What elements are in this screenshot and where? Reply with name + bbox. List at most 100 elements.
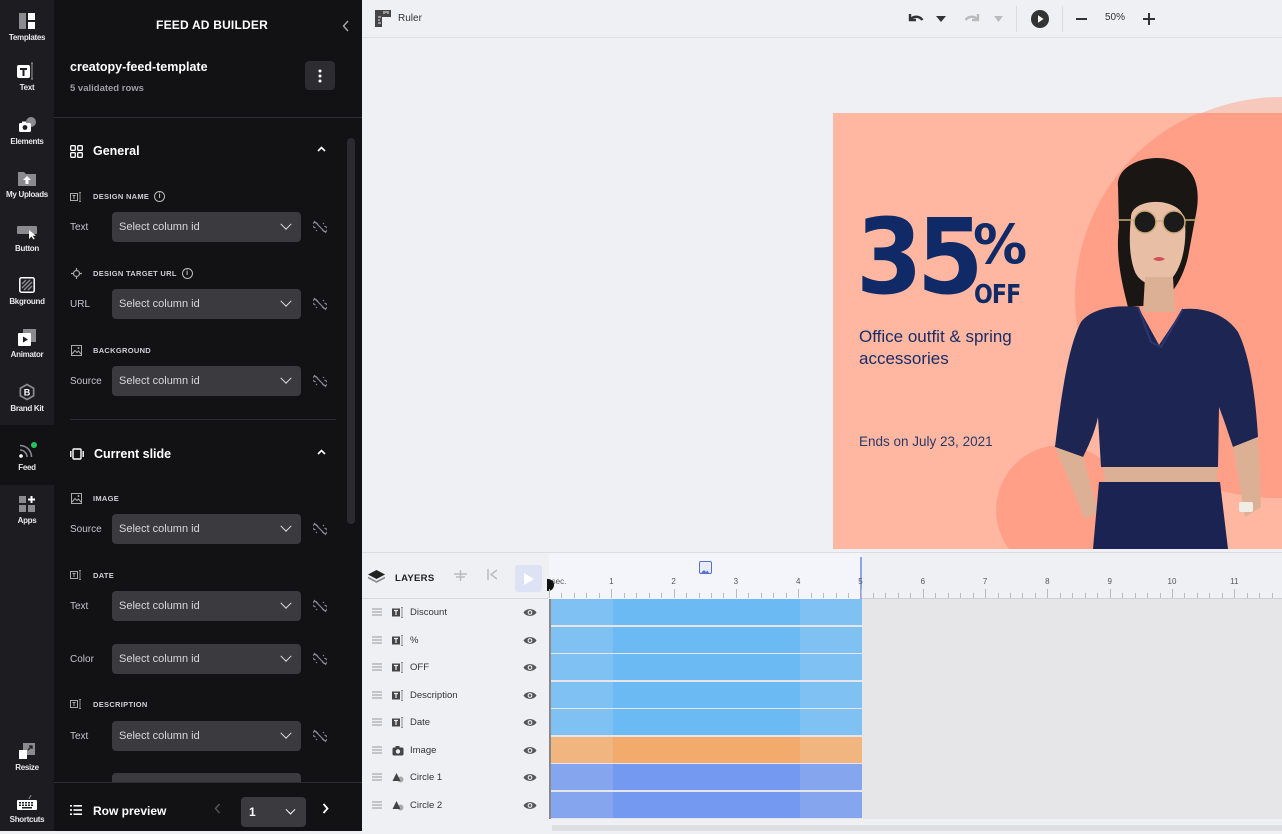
layer-row[interactable]: Image — [362, 737, 548, 765]
image-column-select[interactable]: Select column id — [112, 514, 301, 544]
undo-history-dropdown[interactable] — [936, 10, 946, 28]
previous-row-button[interactable] — [214, 803, 221, 817]
split-layer-button[interactable] — [454, 570, 467, 584]
layer-track-bar[interactable] — [551, 791, 863, 818]
layer-track-bar[interactable] — [551, 681, 863, 708]
layer-row[interactable]: Circle 2 — [362, 792, 548, 820]
unlink-icon[interactable] — [313, 599, 327, 613]
ad-description-text[interactable]: Office outfit & spring accessories — [859, 326, 1059, 370]
chevron-up-icon[interactable] — [317, 447, 326, 458]
layer-row[interactable]: Circle 1 — [362, 764, 548, 792]
timeline-ruler[interactable]: sec. 1 2 3 4 5 6 7 8 9 10 11 — [547, 553, 1282, 599]
layer-track-bar[interactable] — [551, 764, 863, 790]
layer-track-bar[interactable] — [551, 654, 863, 680]
panel-scrollbar[interactable] — [347, 138, 355, 524]
info-icon[interactable]: i — [154, 191, 166, 202]
preview-play-button[interactable] — [1031, 10, 1049, 28]
rail-item-shortcuts[interactable]: Shortcuts — [0, 782, 54, 834]
rail-item-background[interactable]: Bkground — [0, 264, 54, 316]
design-name-column-select[interactable]: Select column id — [112, 212, 301, 242]
ruler-tick — [773, 593, 775, 598]
section-current-slide-header[interactable]: Current slide — [70, 447, 326, 461]
date-color-column-select[interactable]: Select column id — [112, 644, 301, 674]
drag-handle-icon[interactable] — [372, 690, 382, 699]
eye-icon[interactable] — [523, 690, 537, 701]
eye-icon[interactable] — [523, 607, 537, 618]
unlink-icon[interactable] — [313, 297, 327, 311]
timeline-play-button[interactable] — [515, 565, 542, 592]
feed-more-button[interactable] — [305, 61, 335, 90]
rail-item-animator[interactable]: Animator — [0, 317, 54, 369]
ad-artboard[interactable]: 35 % OFF Office outfit & spring accessor… — [833, 113, 1282, 549]
eye-icon[interactable] — [523, 745, 537, 756]
rail-item-resize[interactable]: Resize — [0, 730, 54, 782]
row-number-select[interactable]: 1 — [241, 797, 306, 827]
eye-icon[interactable] — [523, 717, 537, 728]
date-text-column-select[interactable]: Select column id — [112, 591, 301, 621]
redo-button[interactable] — [964, 10, 982, 28]
section-general-header[interactable]: General — [70, 144, 326, 158]
rail-item-feed[interactable]: Feed — [0, 430, 54, 482]
ruler-icon — [375, 10, 391, 27]
ad-model-image[interactable] — [1023, 147, 1282, 549]
eye-icon[interactable] — [523, 635, 537, 646]
eye-icon[interactable] — [523, 800, 537, 811]
info-icon[interactable]: i — [181, 268, 193, 279]
zoom-out-button[interactable] — [1076, 10, 1087, 28]
next-row-button[interactable] — [322, 802, 329, 817]
eye-icon[interactable] — [523, 662, 537, 673]
feed-ad-builder-panel: FEED AD BUILDER creatopy-feed-template 5… — [54, 0, 362, 831]
rail-item-uploads[interactable]: My Uploads — [0, 157, 54, 209]
layer-track-bar[interactable] — [551, 736, 863, 763]
image-marker-icon[interactable] — [699, 561, 712, 574]
drag-handle-icon[interactable] — [372, 635, 382, 644]
background-column-select[interactable]: Select column id — [112, 366, 301, 396]
select-placeholder: Select column id — [119, 523, 200, 535]
unlink-icon[interactable] — [313, 652, 327, 666]
layer-row[interactable]: Discount — [362, 599, 548, 627]
rail-item-templates[interactable]: Templates — [0, 0, 54, 52]
ad-percent-text[interactable]: % — [973, 217, 1027, 273]
rail-item-brand-kit[interactable]: B Brand Kit — [0, 371, 54, 423]
target-url-column-select[interactable]: Select column id — [112, 289, 301, 319]
description-column-select[interactable]: Select column id — [112, 721, 301, 751]
layer-row[interactable]: OFF — [362, 654, 548, 682]
unlink-icon[interactable] — [313, 729, 327, 743]
redo-history-dropdown[interactable] — [994, 10, 1003, 28]
rail-item-elements[interactable]: Elements — [0, 104, 54, 156]
chevron-up-icon[interactable] — [317, 144, 326, 155]
unlink-icon[interactable] — [313, 220, 327, 234]
layer-row[interactable]: % — [362, 627, 548, 655]
layer-track-bar[interactable] — [551, 709, 863, 735]
collapse-panel-button[interactable] — [342, 20, 354, 34]
layer-track-bar[interactable] — [551, 626, 863, 653]
eye-icon[interactable] — [523, 772, 537, 783]
ruler-toggle[interactable]: Ruler — [375, 10, 422, 27]
unlink-icon[interactable] — [313, 522, 327, 536]
ad-discount-text[interactable]: 35 — [856, 205, 984, 309]
ad-off-text[interactable]: OFF — [974, 281, 1021, 309]
drag-handle-icon[interactable] — [372, 773, 382, 781]
drag-handle-icon[interactable] — [372, 745, 382, 754]
rail-item-apps[interactable]: Apps — [0, 483, 54, 535]
chevron-left-icon — [342, 20, 349, 32]
animation-out-segment — [800, 626, 863, 653]
drag-handle-icon[interactable] — [372, 718, 382, 726]
ad-date-text[interactable]: Ends on July 23, 2021 — [859, 434, 993, 449]
timeline-horizontal-scrollbar[interactable] — [552, 825, 1282, 831]
rail-item-button[interactable]: Button — [0, 211, 54, 263]
undo-button[interactable] — [906, 10, 924, 28]
field-label-text: IMAGE — [93, 493, 120, 503]
apps-icon — [16, 494, 38, 514]
layer-row[interactable]: Description — [362, 682, 548, 710]
drag-handle-icon[interactable] — [372, 608, 382, 616]
skip-to-start-button[interactable] — [487, 569, 498, 583]
drag-handle-icon[interactable] — [372, 663, 382, 671]
unlink-icon[interactable] — [313, 374, 327, 388]
animation-in-segment — [551, 709, 614, 735]
drag-handle-icon[interactable] — [372, 800, 382, 809]
layer-row[interactable]: Date — [362, 709, 548, 737]
rail-item-text[interactable]: Text — [0, 50, 54, 102]
zoom-in-button[interactable] — [1143, 10, 1155, 28]
layer-track-bar[interactable] — [551, 599, 863, 625]
